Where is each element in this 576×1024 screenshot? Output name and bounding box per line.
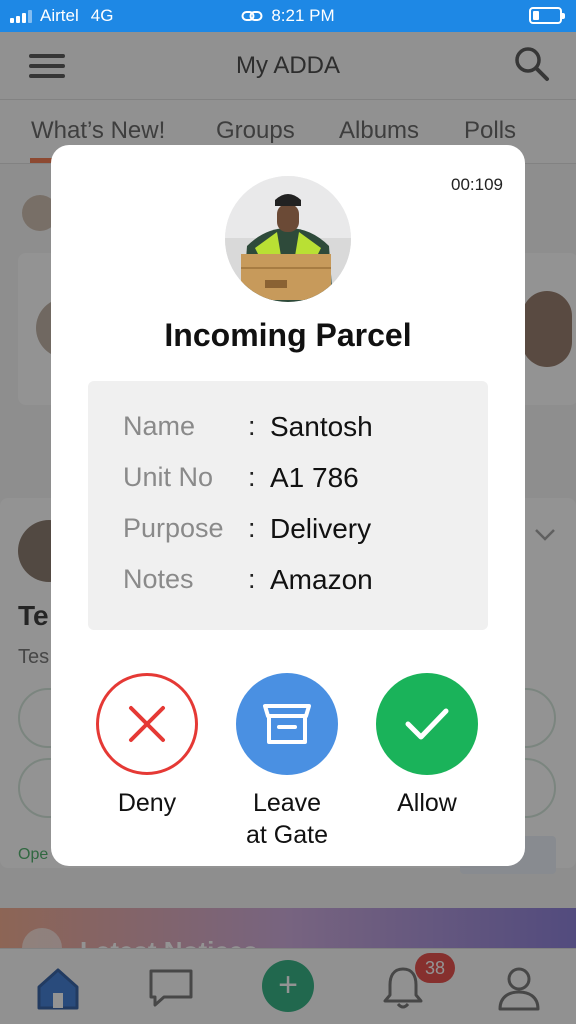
link-icon — [241, 11, 263, 21]
leave-at-gate-circle[interactable] — [236, 673, 338, 775]
detail-row-notes: Notes : Amazon — [123, 564, 373, 595]
detail-label: Unit No — [123, 462, 214, 492]
detail-value: A1 786 — [270, 462, 359, 493]
check-icon — [405, 708, 449, 740]
battery-icon — [529, 7, 565, 24]
close-icon — [129, 706, 165, 742]
detail-label: Purpose — [123, 513, 224, 543]
countdown-timer: 00:109 — [451, 175, 503, 194]
detail-value: Santosh — [270, 411, 373, 442]
detail-value: Delivery — [270, 513, 372, 544]
visitor-photo — [225, 176, 351, 302]
deny-button[interactable]: Deny — [82, 673, 212, 819]
leave-at-gate-label: Leave at Gate — [246, 789, 328, 849]
leave-at-gate-button[interactable]: Leave at Gate — [222, 673, 352, 851]
incoming-parcel-dialog: 00:109 Incoming Parcel Name : Santosh Un… — [51, 145, 525, 866]
allow-circle[interactable] — [376, 673, 478, 775]
detail-row-purpose: Purpose : Delivery — [123, 513, 372, 544]
deny-label: Deny — [117, 789, 177, 817]
detail-row-unit: Unit No : A1 786 — [123, 462, 359, 493]
allow-button[interactable]: Allow — [362, 673, 492, 819]
detail-value: Amazon — [270, 564, 373, 595]
status-bar: Airtel 4G 8:21 PM — [0, 0, 576, 32]
visitor-details: Name : Santosh Unit No : A1 786 Purpose … — [88, 381, 488, 630]
allow-label: Allow — [397, 789, 457, 817]
box-icon — [263, 704, 311, 744]
detail-label: Notes — [123, 564, 194, 594]
detail-label: Name — [123, 411, 196, 441]
clock: 8:21 PM — [271, 6, 335, 25]
deny-circle[interactable] — [96, 673, 198, 775]
dialog-title: Incoming Parcel — [164, 317, 412, 353]
detail-row-name: Name : Santosh — [123, 411, 373, 442]
